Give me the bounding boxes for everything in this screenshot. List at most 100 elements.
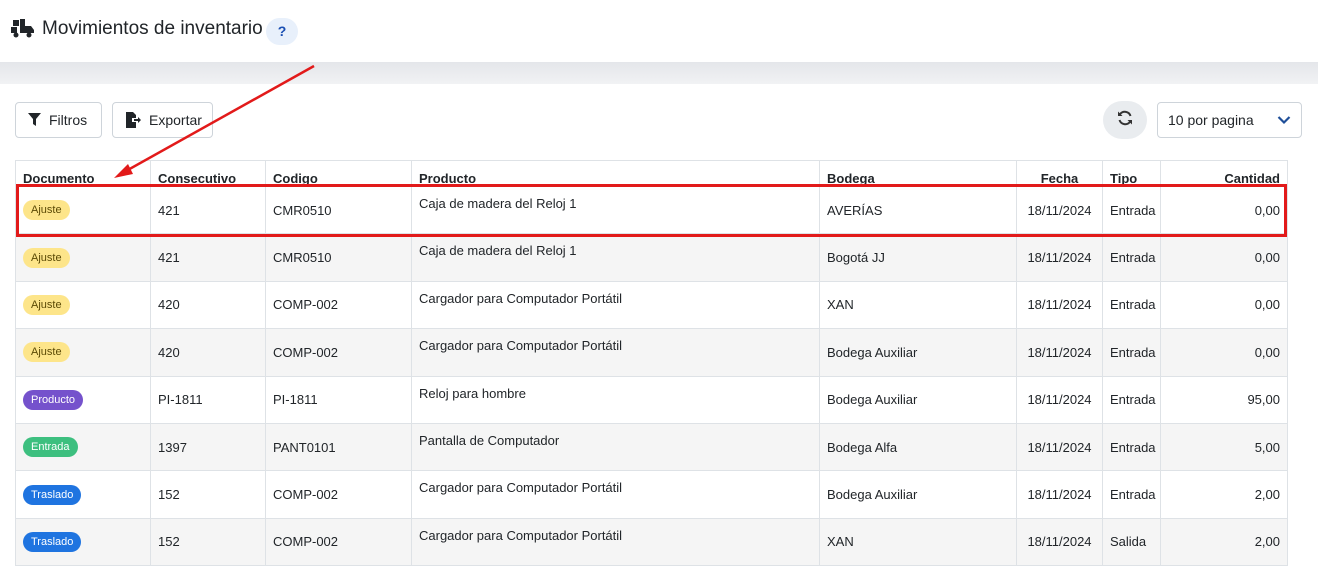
header-shadow-band — [0, 62, 1318, 84]
cell-tipo: Entrada — [1102, 328, 1161, 377]
cell-fecha: 18/11/2024 — [1016, 517, 1103, 567]
cell-producto: Cargador para Computador Portátil — [411, 517, 820, 567]
cell-codigo: PANT0101 — [265, 422, 412, 472]
cell-producto: Reloj para hombre — [411, 375, 820, 424]
refresh-icon — [1117, 110, 1133, 131]
cell-documento: Producto — [15, 375, 151, 424]
cell-cantidad: 0,00 — [1160, 185, 1288, 235]
table-row[interactable]: Ajuste 421 CMR0510 Caja de madera del Reloj… — [15, 185, 1288, 235]
page-header: Movimientos de inventario ? — [0, 0, 1318, 62]
cell-cantidad: 0,00 — [1160, 233, 1288, 282]
cell-bodega: Bodega Auxiliar — [819, 375, 1017, 424]
cell-fecha: 18/11/2024 — [1016, 470, 1103, 519]
document-type-badge: Traslado — [23, 531, 82, 552]
cell-tipo: Entrada — [1102, 470, 1161, 519]
export-button-label: Exportar — [149, 112, 202, 128]
cell-consecutivo: 420 — [150, 280, 266, 330]
cell-bodega: XAN — [819, 280, 1017, 330]
cell-codigo: COMP-002 — [265, 280, 412, 330]
column-header-producto[interactable]: Producto — [411, 160, 820, 187]
filters-button[interactable]: Filtros — [15, 102, 102, 138]
cell-consecutivo: 420 — [150, 328, 266, 377]
cell-cantidad: 95,00 — [1160, 375, 1288, 424]
cell-codigo: COMP-002 — [265, 470, 412, 519]
cell-tipo: Entrada — [1102, 280, 1161, 330]
cell-documento: Traslado — [15, 470, 151, 519]
cell-documento: Entrada — [15, 422, 151, 472]
table-row[interactable]: Entrada 1397 PANT0101 Pantalla de Computado… — [15, 422, 1288, 472]
column-header-fecha[interactable]: Fecha — [1016, 160, 1103, 187]
column-header-cantidad[interactable]: Cantidad — [1160, 160, 1288, 187]
export-button[interactable]: Exportar — [112, 102, 213, 138]
cell-producto: Cargador para Computador Portátil — [411, 280, 820, 330]
table-row[interactable]: Traslado 152 COMP-002 Cargador para Computa… — [15, 470, 1288, 519]
cell-consecutivo: 152 — [150, 470, 266, 519]
file-export-icon — [125, 112, 141, 128]
cell-codigo: COMP-002 — [265, 517, 412, 567]
cell-documento: Ajuste — [15, 185, 151, 235]
cell-producto: Caja de madera del Reloj 1 — [411, 233, 820, 282]
cell-codigo: CMR0510 — [265, 233, 412, 282]
inventory-movements-table: Documento Consecutivo Codigo Producto Bo… — [15, 160, 1288, 567]
cell-producto: Pantalla de Computador — [411, 422, 820, 472]
per-page-select[interactable]: 10 por pagina — [1157, 102, 1302, 138]
cell-codigo: PI-1811 — [265, 375, 412, 424]
cell-consecutivo: 421 — [150, 185, 266, 235]
cell-cantidad: 5,00 — [1160, 422, 1288, 472]
table-row[interactable]: Ajuste 421 CMR0510 Caja de madera del Reloj… — [15, 233, 1288, 282]
cell-documento: Ajuste — [15, 233, 151, 282]
cell-producto: Caja de madera del Reloj 1 — [411, 185, 820, 235]
cell-consecutivo: 421 — [150, 233, 266, 282]
column-header-bodega[interactable]: Bodega — [819, 160, 1017, 187]
column-header-documento[interactable]: Documento — [15, 160, 151, 187]
cell-fecha: 18/11/2024 — [1016, 233, 1103, 282]
cell-tipo: Entrada — [1102, 375, 1161, 424]
cell-cantidad: 2,00 — [1160, 470, 1288, 519]
document-type-badge: Ajuste — [23, 294, 70, 315]
cell-bodega: Bodega Auxiliar — [819, 328, 1017, 377]
table-row[interactable]: Traslado 152 COMP-002 Cargador para Computa… — [15, 517, 1288, 567]
truck-boxes-icon — [11, 18, 35, 38]
column-header-consecutivo[interactable]: Consecutivo — [150, 160, 266, 187]
cell-tipo: Entrada — [1102, 422, 1161, 472]
column-header-codigo[interactable]: Codigo — [265, 160, 412, 187]
chevron-down-icon — [1277, 112, 1291, 128]
cell-bodega: Bodega Auxiliar — [819, 470, 1017, 519]
cell-fecha: 18/11/2024 — [1016, 280, 1103, 330]
table-row[interactable]: Ajuste 420 COMP-002 Cargador para Computado… — [15, 328, 1288, 377]
document-type-badge: Ajuste — [23, 200, 70, 221]
cell-producto: Cargador para Computador Portátil — [411, 470, 820, 519]
cell-consecutivo: PI-1811 — [150, 375, 266, 424]
help-button[interactable]: ? — [266, 18, 298, 45]
table-header-row: Documento Consecutivo Codigo Producto Bo… — [15, 160, 1288, 187]
table-row[interactable]: Producto PI-1811 PI-1811 Reloj para hombre B… — [15, 375, 1288, 424]
cell-tipo: Salida — [1102, 517, 1161, 567]
cell-cantidad: 0,00 — [1160, 328, 1288, 377]
cell-codigo: CMR0510 — [265, 185, 412, 235]
cell-bodega: Bogotá JJ — [819, 233, 1017, 282]
cell-cantidad: 0,00 — [1160, 280, 1288, 330]
document-type-badge: Entrada — [23, 437, 78, 458]
cell-fecha: 18/11/2024 — [1016, 422, 1103, 472]
cell-cantidad: 2,00 — [1160, 517, 1288, 567]
cell-fecha: 18/11/2024 — [1016, 185, 1103, 235]
cell-consecutivo: 1397 — [150, 422, 266, 472]
page-title: Movimientos de inventario — [42, 18, 263, 39]
refresh-button[interactable] — [1103, 101, 1147, 139]
cell-documento: Ajuste — [15, 328, 151, 377]
table-row[interactable]: Ajuste 420 COMP-002 Cargador para Computado… — [15, 280, 1288, 330]
document-type-badge: Ajuste — [23, 342, 70, 363]
per-page-value: 10 por pagina — [1168, 112, 1254, 128]
cell-tipo: Entrada — [1102, 233, 1161, 282]
filters-button-label: Filtros — [49, 112, 88, 128]
cell-bodega: AVERÍAS — [819, 185, 1017, 235]
column-header-tipo[interactable]: Tipo — [1102, 160, 1161, 187]
cell-producto: Cargador para Computador Portátil — [411, 328, 820, 377]
cell-documento: Ajuste — [15, 280, 151, 330]
cell-documento: Traslado — [15, 517, 151, 567]
cell-codigo: COMP-002 — [265, 328, 412, 377]
cell-bodega: Bodega Alfa — [819, 422, 1017, 472]
document-type-badge: Ajuste — [23, 247, 70, 268]
document-type-badge: Producto — [23, 389, 84, 410]
document-type-badge: Traslado — [23, 484, 82, 505]
